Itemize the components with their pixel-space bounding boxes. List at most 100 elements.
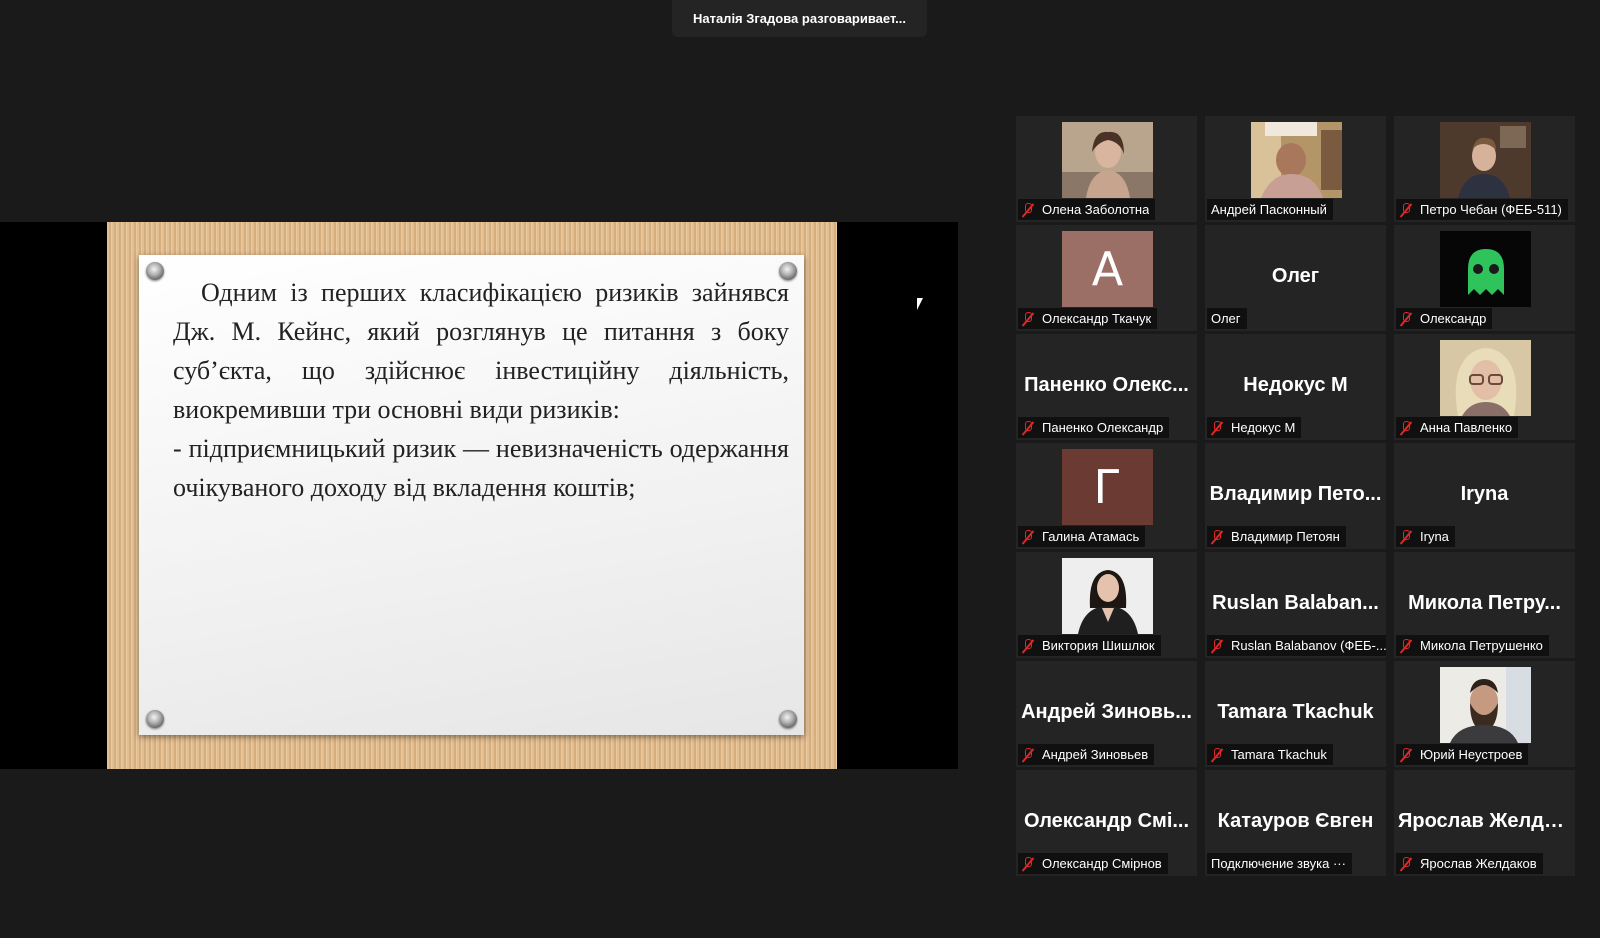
participant-name: Недокус М: [1231, 420, 1296, 435]
participant-name: Ruslan Balabanov (ФЕБ-...: [1231, 638, 1386, 653]
mic-muted-icon: [1022, 420, 1034, 435]
participant-tile[interactable]: Олег Олег: [1205, 225, 1386, 331]
participant-name-label: Анна Павленко: [1396, 417, 1519, 438]
participant-video: [1440, 340, 1531, 416]
participant-name: Олег: [1211, 311, 1241, 326]
participant-tile[interactable]: Iryna Iryna: [1394, 443, 1575, 549]
participant-tile[interactable]: Андрей Пасконный: [1205, 116, 1386, 222]
participant-display-name: Tamara Tkachuk: [1217, 701, 1374, 723]
slide-paragraph: - підприємницький ризик — невизначеність…: [173, 434, 789, 502]
participant-name: Виктория Шишлюк: [1042, 638, 1155, 653]
participant-name-label: Паненко Олександр: [1018, 417, 1170, 438]
participant-tile[interactable]: A Олександр Ткачук: [1016, 225, 1197, 331]
participant-name-label: Ruslan Balabanov (ФЕБ-...: [1207, 635, 1386, 656]
mic-muted-icon: [1400, 638, 1412, 653]
participant-name: Олена Заболотна: [1042, 202, 1150, 217]
participant-name: Олександр: [1420, 311, 1487, 326]
participant-name-label: Олена Заболотна: [1018, 199, 1156, 220]
participant-name-label: Iryna: [1396, 526, 1455, 547]
mic-muted-icon: [1400, 747, 1412, 762]
participant-display-name: Олександр Смі...: [1023, 810, 1190, 832]
participant-tile[interactable]: Владимир Пето... Владимир Петоян: [1205, 443, 1386, 549]
participant-name: Паненко Олександр: [1042, 420, 1164, 435]
participant-display-name: Недокус М: [1243, 374, 1348, 396]
tack-icon: [146, 710, 164, 728]
participant-video: [1440, 122, 1531, 198]
slide-paper: Одним із перших класифікацією ризиків за…: [139, 255, 804, 735]
participant-name-label: Подключение звука ···: [1207, 853, 1352, 874]
participant-avatar: Г: [1062, 449, 1153, 525]
mic-muted-icon: [1022, 529, 1034, 544]
participant-name-label: Юрий Неустроев: [1396, 744, 1529, 765]
participant-display-name: Катауров Євген: [1217, 810, 1374, 832]
participant-tile[interactable]: Ruslan Balaban... Ruslan Balabanov (ФЕБ-.…: [1205, 552, 1386, 658]
slide-text: Одним із перших класифікацією ризиків за…: [173, 273, 789, 507]
presentation-slide: Одним із перших класифікацією ризиків за…: [107, 222, 837, 769]
participant-tile[interactable]: Г Галина Атамась: [1016, 443, 1197, 549]
participant-tile[interactable]: Паненко Олекс... Паненко Олександр: [1016, 334, 1197, 440]
participant-tile[interactable]: Виктория Шишлюк: [1016, 552, 1197, 658]
participant-tile[interactable]: Юрий Неустроев: [1394, 661, 1575, 767]
participant-tile[interactable]: Tamara Tkachuk Tamara Tkachuk: [1205, 661, 1386, 767]
participant-name: Подключение звука ···: [1211, 856, 1346, 871]
mic-muted-icon: [1211, 420, 1223, 435]
participant-tile[interactable]: Анна Павленко: [1394, 334, 1575, 440]
mic-muted-icon: [1211, 529, 1223, 544]
slide-paragraph: Одним із перших класифікацією ризиків за…: [173, 278, 789, 424]
participant-tile[interactable]: Олександр: [1394, 225, 1575, 331]
participant-name: Юрий Неустроев: [1420, 747, 1523, 762]
participant-name-label: Галина Атамась: [1018, 526, 1146, 547]
participant-tile[interactable]: Олександр Смі... Олександр Смірнов: [1016, 770, 1197, 876]
participant-name: Анна Павленко: [1420, 420, 1513, 435]
participant-display-name: Паненко Олекс...: [1024, 374, 1189, 396]
participant-display-name: Андрей Зиновь...: [1021, 701, 1192, 723]
participant-name-label: Олег: [1207, 308, 1247, 329]
participant-display-name: Ruslan Balaban...: [1212, 592, 1379, 614]
participant-name-label: Микола Петрушенко: [1396, 635, 1549, 656]
mic-muted-icon: [1400, 529, 1412, 544]
active-speaker-banner: Наталія Згадова разговаривает...: [672, 0, 927, 37]
mic-muted-icon: [1400, 202, 1412, 217]
mic-muted-icon: [1022, 311, 1034, 326]
mic-muted-icon: [1211, 747, 1223, 762]
mic-muted-icon: [1400, 420, 1412, 435]
ghost-avatar-icon: [1440, 231, 1531, 307]
mic-muted-icon: [1211, 638, 1223, 653]
participant-name-label: Владимир Петоян: [1207, 526, 1346, 547]
mic-muted-icon: [1400, 311, 1412, 326]
participant-name: Олександр Ткачук: [1042, 311, 1152, 326]
participant-tile[interactable]: Микола Петру... Микола Петрушенко: [1394, 552, 1575, 658]
participant-name: Андрей Зиновьев: [1042, 747, 1149, 762]
participant-video: [1062, 122, 1153, 198]
participant-display-name: Олег: [1271, 265, 1320, 287]
participant-tile[interactable]: Ярослав Желда... Ярослав Желдаков: [1394, 770, 1575, 876]
participant-name-label: Петро Чебан (ФЕБ-511): [1396, 199, 1568, 220]
participant-tile[interactable]: Катауров Євген Подключение звука ···: [1205, 770, 1386, 876]
participant-display-name: Микола Петру...: [1408, 592, 1561, 614]
participant-name-label: Олександр Ткачук: [1018, 308, 1158, 329]
participant-tile[interactable]: Олена Заболотна: [1016, 116, 1197, 222]
participant-name: Олександр Смірнов: [1042, 856, 1162, 871]
participant-name-label: Tamara Tkachuk: [1207, 744, 1333, 765]
screen-share-area: Одним із перших класифікацією ризиків за…: [0, 222, 958, 769]
mic-muted-icon: [1022, 202, 1034, 217]
participant-name-label: Олександр: [1396, 308, 1493, 329]
mic-muted-icon: [1022, 856, 1034, 871]
participant-video: [1062, 558, 1153, 634]
participant-tile[interactable]: Недокус М Недокус М: [1205, 334, 1386, 440]
participant-name: Галина Атамась: [1042, 529, 1140, 544]
participant-video: [1251, 122, 1342, 198]
participant-name: Владимир Петоян: [1231, 529, 1340, 544]
participant-name-label: Олександр Смірнов: [1018, 853, 1168, 874]
participant-name: Андрей Пасконный: [1211, 202, 1327, 217]
participant-tile[interactable]: Андрей Зиновь... Андрей Зиновьев: [1016, 661, 1197, 767]
participant-name: Tamara Tkachuk: [1231, 747, 1327, 762]
participant-display-name: Владимир Пето...: [1209, 483, 1382, 505]
participant-name-label: Андрей Пасконный: [1207, 199, 1333, 220]
mouse-cursor-icon: [917, 298, 923, 310]
tack-icon: [779, 710, 797, 728]
participant-tile[interactable]: Петро Чебан (ФЕБ-511): [1394, 116, 1575, 222]
participant-name-label: Андрей Зиновьев: [1018, 744, 1155, 765]
participant-name-label: Виктория Шишлюк: [1018, 635, 1161, 656]
participant-display-name: Ярослав Желда...: [1398, 810, 1571, 832]
